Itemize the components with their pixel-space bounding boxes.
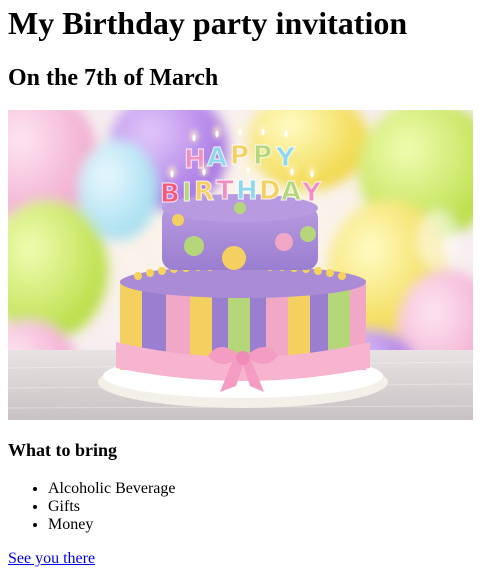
svg-text:T: T (216, 176, 234, 206)
svg-text:A: A (207, 143, 227, 173)
bring-list: Alcoholic Beverage Gifts Money (8, 480, 176, 534)
list-item: Money (48, 516, 176, 534)
svg-text:R: R (194, 177, 214, 207)
svg-text:P: P (253, 141, 272, 171)
bring-heading: What to bring (8, 440, 118, 460)
svg-text:A: A (281, 177, 301, 207)
page-title: My Birthday party invitation (8, 5, 408, 41)
svg-text:H: H (236, 176, 258, 206)
list-item: Gifts (48, 498, 176, 516)
svg-text:B: B (160, 179, 180, 209)
see-you-there-link[interactable]: See you there (8, 550, 95, 568)
list-item: Alcoholic Beverage (48, 480, 176, 498)
svg-text:D: D (259, 176, 281, 206)
page-subtitle: On the 7th of March (8, 65, 219, 91)
birthday-cake-image: H A P P Y B I R T H D A Y (8, 110, 473, 420)
svg-text:Y: Y (301, 178, 322, 208)
svg-text:I: I (182, 178, 192, 208)
page: My Birthday party invitation On the 7th … (0, 0, 491, 577)
